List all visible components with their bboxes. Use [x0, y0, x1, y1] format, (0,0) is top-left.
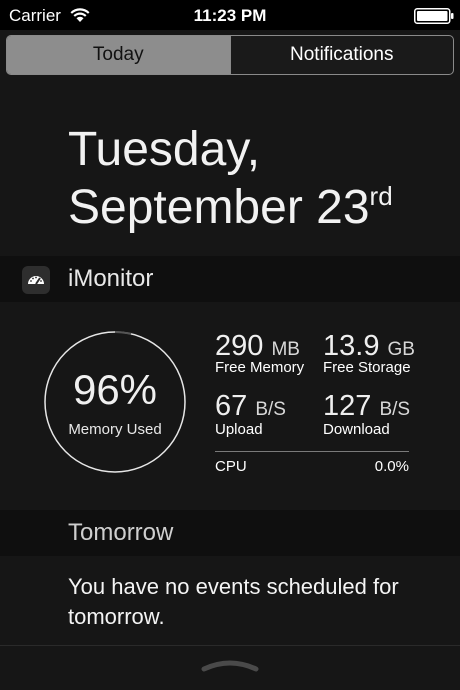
download-label: Download	[323, 421, 390, 438]
download-unit: B/S	[379, 399, 411, 420]
bottom-divider	[0, 645, 460, 646]
clock-label: 11:23 PM	[193, 6, 267, 25]
free-storage-unit: GB	[387, 339, 415, 360]
imonitor-widget-header[interactable]: iMonitor	[0, 256, 460, 302]
free-memory-label: Free Memory	[215, 359, 305, 376]
today-notifications-segmented-control: Today Notifications	[6, 35, 454, 75]
grabber-handle-icon[interactable]	[200, 658, 260, 672]
upload-unit: B/S	[255, 399, 286, 420]
free-memory-number: 290	[215, 330, 264, 362]
cpu-label: CPU	[215, 458, 247, 475]
download-value: 127 B/S	[323, 390, 410, 423]
tomorrow-events-message: You have no events scheduled for tomorro…	[68, 574, 399, 629]
tomorrow-section-header: Tomorrow	[0, 510, 460, 556]
imonitor-app-icon	[22, 266, 50, 294]
free-storage-number: 13.9	[323, 330, 380, 362]
tab-today[interactable]: Today	[7, 36, 230, 74]
cpu-value: 0.0%	[374, 458, 409, 475]
tab-notifications[interactable]: Notifications	[229, 36, 454, 74]
upload-number: 67	[215, 390, 248, 422]
memory-used-label: Memory Used	[68, 421, 162, 438]
battery-icon	[414, 8, 454, 24]
status-bar: Carrier 11:23 PM	[0, 0, 460, 30]
imonitor-title: iMonitor	[68, 265, 154, 292]
memory-used-percent: 96%	[72, 366, 158, 413]
free-memory-unit: MB	[271, 339, 300, 360]
upload-value: 67 B/S	[215, 390, 286, 423]
date-ordinal-suffix: rd	[369, 181, 393, 211]
download-number: 127	[323, 390, 372, 422]
free-storage-label: Free Storage	[323, 359, 411, 376]
date-month-day: September 23rd	[68, 180, 393, 235]
date-month-day-text: September 23	[68, 181, 370, 234]
tomorrow-title: Tomorrow	[68, 519, 174, 546]
gauge-icon	[28, 276, 44, 285]
cpu-divider	[215, 451, 409, 452]
date-weekday: Tuesday,	[68, 123, 261, 176]
upload-label: Upload	[215, 421, 263, 438]
